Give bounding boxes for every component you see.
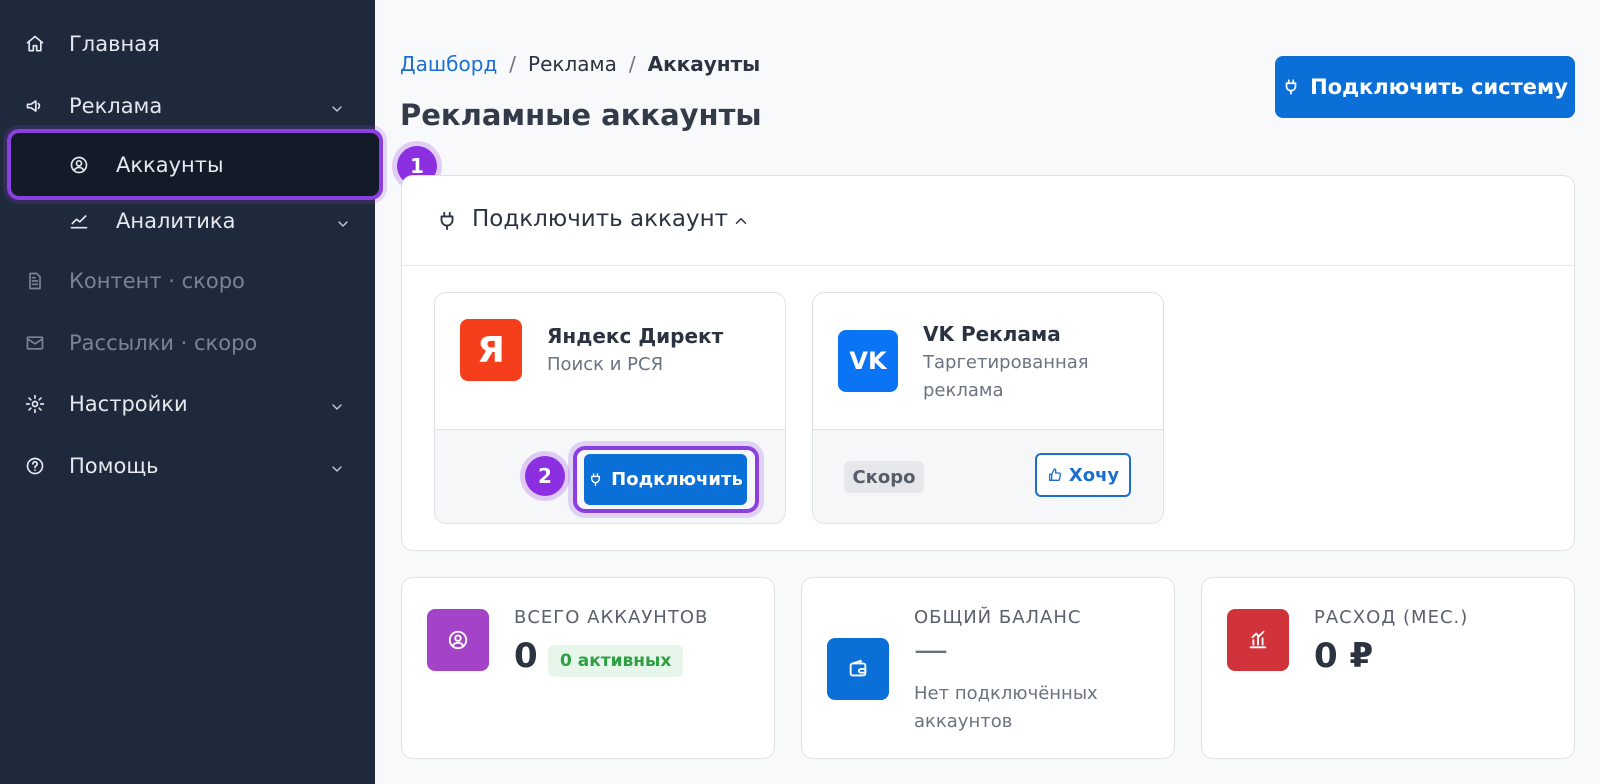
connect-account-title: Подключить аккаунт bbox=[472, 206, 729, 232]
card-body: VK VK Реклама Таргетированная реклама bbox=[813, 293, 1163, 430]
plug-icon bbox=[1285, 79, 1297, 95]
sidebar-item-analytics[interactable]: Аналитика bbox=[0, 197, 375, 245]
stat-card-balance: ОБЩИЙ БАЛАНС — Нет подключённых аккаунто… bbox=[801, 577, 1175, 759]
sidebar-item-home[interactable]: Главная bbox=[0, 20, 375, 68]
want-button[interactable]: Хочу bbox=[1035, 453, 1131, 497]
sidebar-item-label: Аккаунты bbox=[116, 153, 224, 177]
wallet-icon bbox=[827, 638, 889, 700]
breadcrumb-current: Аккаунты bbox=[647, 52, 761, 76]
vk-logo: VK bbox=[838, 330, 898, 392]
sidebar-item-label: Помощь bbox=[69, 454, 159, 478]
help-circle-icon bbox=[24, 455, 46, 477]
plug-icon bbox=[436, 210, 458, 232]
breadcrumb-separator: / bbox=[628, 52, 636, 76]
sidebar-item-accounts[interactable]: Аккаунты bbox=[7, 141, 375, 189]
chevron-down-icon bbox=[329, 458, 345, 474]
connect-system-label: Подключить систему bbox=[1310, 75, 1568, 99]
page-title: Рекламные аккаунты bbox=[400, 98, 762, 132]
plug-icon bbox=[591, 473, 601, 486]
home-icon bbox=[24, 33, 46, 55]
stat-note: Нет подключённых аккаунтов bbox=[914, 683, 1098, 732]
sidebar-item-help[interactable]: Помощь bbox=[0, 442, 375, 490]
sidebar-item-mailings: Рассылки · скоро bbox=[0, 319, 375, 367]
gear-icon bbox=[24, 393, 46, 415]
breadcrumb-item-ads[interactable]: Реклама bbox=[528, 52, 617, 76]
card-footer: Скоро Хочу bbox=[813, 430, 1163, 523]
megaphone-icon bbox=[24, 95, 46, 117]
document-icon bbox=[24, 270, 46, 292]
thumbs-up-icon bbox=[1048, 468, 1061, 481]
sidebar: Главная Реклама Аккаунты Аналитика Конте… bbox=[0, 0, 383, 784]
yandex-actions: Подключить bbox=[433, 291, 785, 523]
soon-badge: Скоро bbox=[844, 461, 924, 493]
connect-account-header[interactable]: Подключить аккаунт bbox=[402, 176, 1574, 266]
chevron-down-icon bbox=[329, 396, 345, 412]
active-count-badge: 0 активных bbox=[548, 645, 684, 677]
stat-label: РАСХОД (МЕС.) bbox=[1314, 607, 1469, 628]
chevron-down-icon bbox=[329, 98, 345, 114]
sidebar-item-label: Рассылки · скоро bbox=[69, 331, 258, 355]
stat-value: 0 bbox=[514, 636, 538, 676]
bar-chart-icon bbox=[1227, 609, 1289, 671]
breadcrumb: Дашборд / Реклама / Аккаунты bbox=[400, 52, 760, 76]
breadcrumb-separator: / bbox=[509, 52, 517, 76]
stat-card-spend: РАСХОД (МЕС.) 0 ₽ bbox=[1201, 577, 1575, 759]
user-circle-icon bbox=[68, 154, 90, 176]
breadcrumb-link-dashboard[interactable]: Дашборд bbox=[400, 52, 497, 76]
sidebar-item-content: Контент · скоро bbox=[0, 257, 375, 305]
vk-ads-card: VK VK Реклама Таргетированная реклама Ск… bbox=[812, 292, 1164, 524]
chevron-up-icon[interactable] bbox=[732, 212, 750, 230]
stat-value: — bbox=[914, 630, 948, 670]
want-button-label: Хочу bbox=[1068, 464, 1120, 486]
stat-label: ОБЩИЙ БАЛАНС bbox=[914, 607, 1082, 628]
user-circle-icon bbox=[427, 609, 489, 671]
mail-icon bbox=[24, 332, 46, 354]
sidebar-item-settings[interactable]: Настройки bbox=[0, 380, 375, 428]
chevron-down-icon bbox=[335, 213, 351, 229]
stat-label: ВСЕГО АККАУНТОВ bbox=[514, 607, 709, 628]
sidebar-item-label: Реклама bbox=[69, 94, 163, 118]
vk-ads-desc: Таргетированная реклама bbox=[923, 352, 1089, 401]
stat-card-accounts: ВСЕГО АККАУНТОВ 0 0 активных bbox=[401, 577, 775, 759]
vk-ads-name: VK Реклама bbox=[923, 322, 1061, 346]
connect-system-button[interactable]: Подключить систему bbox=[1275, 56, 1575, 118]
sidebar-item-label: Контент · скоро bbox=[69, 269, 245, 293]
sidebar-item-label: Аналитика bbox=[116, 209, 236, 233]
sidebar-item-label: Настройки bbox=[69, 392, 188, 416]
stat-value: 0 ₽ bbox=[1314, 636, 1374, 676]
connect-yandex-label: Подключить bbox=[611, 469, 743, 490]
sidebar-item-label: Главная bbox=[69, 32, 160, 56]
sidebar-item-ads[interactable]: Реклама bbox=[0, 82, 375, 130]
chart-line-icon bbox=[68, 210, 90, 232]
connect-yandex-button[interactable]: Подключить bbox=[584, 454, 747, 505]
